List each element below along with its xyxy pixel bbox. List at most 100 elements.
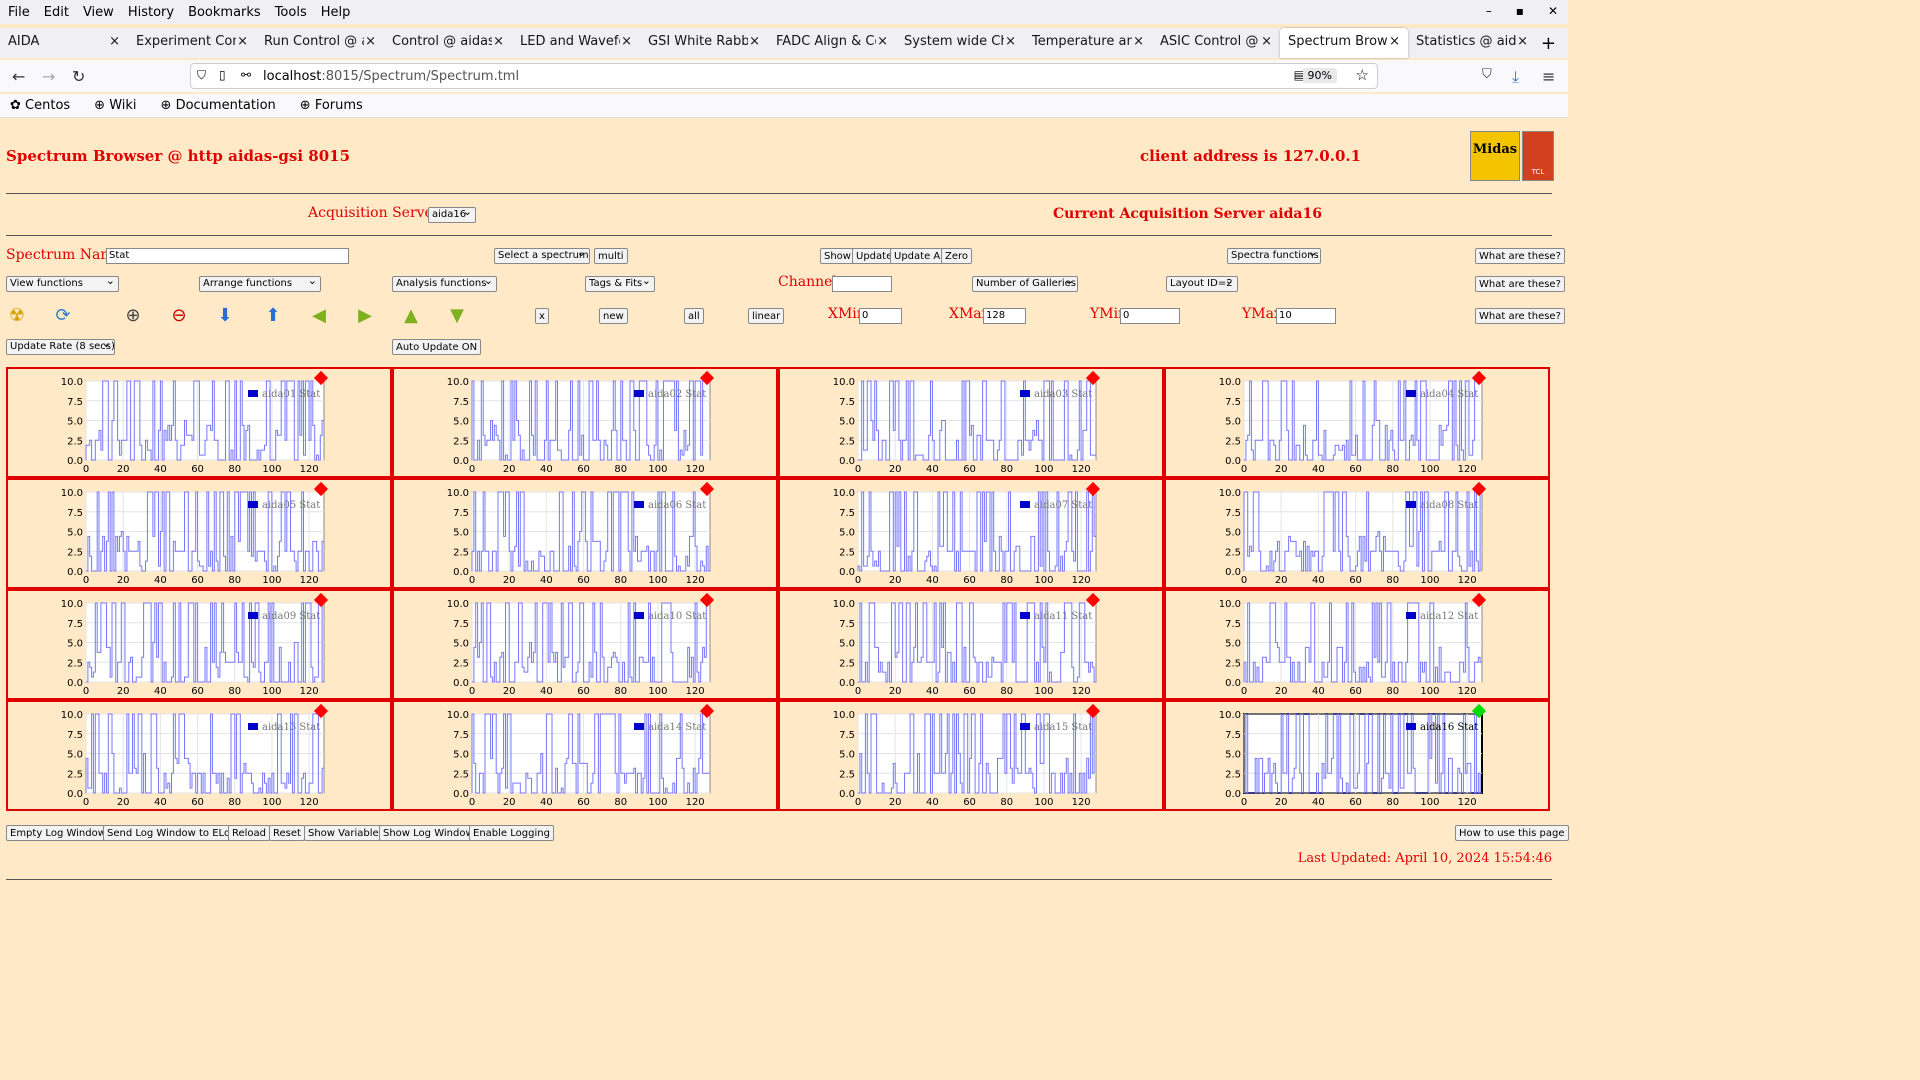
permissions-icon[interactable]: ⚯: [241, 68, 251, 82]
menu-edit[interactable]: Edit: [44, 5, 69, 20]
spectrum-panel[interactable]: 0 20 40 60 80 100 120 0.0 2.5 5.0 7.5 10.0 aida15 St…: [778, 700, 1164, 811]
shield-icon[interactable]: ⛉: [197, 68, 206, 83]
up-arrow-icon[interactable]: ▲: [400, 305, 422, 327]
new-tab-button[interactable]: +: [1541, 33, 1556, 54]
spectrum-panel[interactable]: 0 20 40 60 80 100 120 0.0 2.5 5.0 7.5 10.0 aida08 St…: [1164, 478, 1550, 589]
spectrum-panel[interactable]: 0 20 40 60 80 100 120 0.0 2.5 5.0 7.5 10.0 aida14 St…: [392, 700, 778, 811]
back-arrow-icon[interactable]: ←: [12, 67, 25, 86]
menu-tools[interactable]: Tools: [275, 5, 307, 20]
analysis-functions-dropdown[interactable]: Analysis functions: [392, 274, 497, 292]
spectrum-name-input[interactable]: Stat: [106, 248, 349, 264]
zero-button[interactable]: Zero: [941, 248, 973, 264]
spectrum-panel[interactable]: 0 20 40 60 80 100 120 0.0 2.5 5.0 7.5 10.0 aida03 St…: [778, 367, 1164, 478]
spectrum-panel[interactable]: 0 20 40 60 80 100 120 0.0 2.5 5.0 7.5 10.0 aida07 St…: [778, 478, 1164, 589]
linear-button[interactable]: linear: [748, 308, 785, 324]
radiation-icon[interactable]: ☢: [6, 305, 28, 327]
menu-bookmarks[interactable]: Bookmarks: [188, 5, 261, 20]
zoom-level[interactable]: 90%: [1302, 68, 1337, 83]
star-icon[interactable]: ☆: [1356, 66, 1369, 84]
close-tab-icon[interactable]: ×: [749, 34, 760, 49]
browser-tab[interactable]: Temperature and s×: [1024, 28, 1152, 58]
all-button[interactable]: all: [684, 308, 704, 324]
how-to-use-button[interactable]: How to use this page: [1455, 825, 1569, 841]
zoom-out-icon[interactable]: ⊖: [168, 305, 190, 327]
spectrum-panel[interactable]: 0 20 40 60 80 100 120 0.0 2.5 5.0 7.5 10.0 aida16 St…: [1164, 700, 1550, 811]
spectrum-panel[interactable]: 0 20 40 60 80 100 120 0.0 2.5 5.0 7.5 10.0 aida09 St…: [6, 589, 392, 700]
left-arrow-icon[interactable]: ◀: [308, 305, 330, 327]
update-rate-dropdown[interactable]: Update Rate (8 secs): [6, 337, 115, 355]
close-tab-icon[interactable]: ×: [1389, 34, 1400, 49]
browser-tab[interactable]: Experiment Control×: [128, 28, 256, 58]
down-arrow-icon[interactable]: ▼: [446, 305, 468, 327]
footer-button[interactable]: Show Variables: [304, 825, 388, 841]
browser-tab[interactable]: System wide Check×: [896, 28, 1024, 58]
forward-arrow-icon[interactable]: →: [42, 67, 55, 86]
show-button[interactable]: Show: [820, 248, 855, 264]
zoom-in-icon[interactable]: ⊕: [122, 305, 144, 327]
spectra-functions-dropdown[interactable]: Spectra functions: [1227, 246, 1321, 264]
browser-tab[interactable]: LED and Waveform×: [512, 28, 640, 58]
xmax-input[interactable]: 128: [983, 308, 1026, 324]
browser-tab[interactable]: Run Control @ aidas×: [256, 28, 384, 58]
close-tab-icon[interactable]: ×: [493, 34, 504, 49]
ymax-input[interactable]: 10: [1276, 308, 1336, 324]
close-tab-icon[interactable]: ×: [621, 34, 632, 49]
menu-history[interactable]: History: [128, 5, 174, 20]
refresh-icon[interactable]: ⟳: [52, 305, 74, 327]
menu-view[interactable]: View: [83, 5, 114, 20]
url-bar[interactable]: ⛉ ▯ ⚯ localhost:8015/Spectrum/Spectrum.t…: [190, 63, 1378, 89]
channel-input[interactable]: [832, 276, 892, 292]
menu-file[interactable]: File: [8, 5, 30, 20]
browser-tab[interactable]: Control @ aidas-gsi×: [384, 28, 512, 58]
footer-button[interactable]: Empty Log Window: [6, 825, 110, 841]
spectrum-panel[interactable]: 0 20 40 60 80 100 120 0.0 2.5 5.0 7.5 10.0 aida11 St…: [778, 589, 1164, 700]
footer-button[interactable]: Reset: [269, 825, 305, 841]
pocket-icon[interactable]: ⛉: [1482, 67, 1492, 82]
expand-up-icon[interactable]: ⬆: [262, 305, 284, 327]
spectrum-panel[interactable]: 0 20 40 60 80 100 120 0.0 2.5 5.0 7.5 10.0 aida10 St…: [392, 589, 778, 700]
browser-tab[interactable]: Statistics @ aidas-×: [1408, 28, 1536, 58]
arrange-functions-dropdown[interactable]: Arrange functions: [199, 274, 321, 292]
auto-update-button[interactable]: Auto Update ON: [392, 339, 482, 355]
bookmark-documentation[interactable]: ⊕ Documentation: [161, 98, 288, 113]
close-tab-icon[interactable]: ×: [1261, 34, 1272, 49]
spectrum-panel[interactable]: 0 20 40 60 80 100 120 0.0 2.5 5.0 7.5 10.0 aida02 St…: [392, 367, 778, 478]
browser-tab[interactable]: ASIC Control @ aid×: [1152, 28, 1280, 58]
tags-fits-dropdown[interactable]: Tags & Fits: [585, 274, 655, 292]
close-tab-icon[interactable]: ×: [877, 34, 888, 49]
new-button[interactable]: new: [599, 308, 628, 324]
right-arrow-icon[interactable]: ▶: [354, 305, 376, 327]
reload-icon[interactable]: ↻: [72, 67, 85, 86]
spectrum-panel[interactable]: 0 20 40 60 80 100 120 0.0 2.5 5.0 7.5 10.0 aida01 St…: [6, 367, 392, 478]
close-tab-icon[interactable]: ×: [1005, 34, 1016, 49]
view-functions-dropdown[interactable]: View functions: [6, 274, 119, 292]
close-tab-icon[interactable]: ×: [237, 34, 248, 49]
xmin-input[interactable]: 0: [859, 308, 902, 324]
multi-button[interactable]: multi: [594, 248, 628, 264]
close-tab-icon[interactable]: ×: [1133, 34, 1144, 49]
url-text[interactable]: localhost:8015/Spectrum/Spectrum.tml: [263, 69, 519, 84]
layout-dropdown[interactable]: Layout ID=2: [1166, 274, 1238, 292]
bookmark-centos[interactable]: ✿ Centos: [10, 98, 82, 113]
footer-button[interactable]: Send Log Window to ELog: [103, 825, 241, 841]
spectrum-panel[interactable]: 0 20 40 60 80 100 120 0.0 2.5 5.0 7.5 10.0 aida06 St…: [392, 478, 778, 589]
maximize-button[interactable]: ▪: [1516, 4, 1524, 18]
acquisition-server-select[interactable]: aida16: [428, 205, 476, 223]
bookmark-forums[interactable]: ⊕ Forums: [300, 98, 375, 113]
download-icon[interactable]: ⤓: [1512, 67, 1519, 87]
spectrum-panel[interactable]: 0 20 40 60 80 100 120 0.0 2.5 5.0 7.5 10.0 aida04 St…: [1164, 367, 1550, 478]
spectrum-panel[interactable]: 0 20 40 60 80 100 120 0.0 2.5 5.0 7.5 10.0 aida05 St…: [6, 478, 392, 589]
select-spectrum-dropdown[interactable]: Select a spectrum: [494, 246, 590, 264]
number-of-galleries-dropdown[interactable]: Number of Galleries: [972, 274, 1078, 292]
menu-help[interactable]: Help: [321, 5, 351, 20]
close-window-button[interactable]: ✕: [1548, 4, 1558, 18]
what-are-these-button-1[interactable]: What are these?: [1475, 248, 1565, 264]
what-are-these-button-3[interactable]: What are these?: [1475, 308, 1565, 324]
close-tab-icon[interactable]: ×: [365, 34, 376, 49]
footer-button[interactable]: Reload: [228, 825, 271, 841]
browser-tab[interactable]: GSI White Rabbit T×: [640, 28, 768, 58]
hamburger-menu-icon[interactable]: ≡: [1542, 67, 1555, 86]
what-are-these-button-2[interactable]: What are these?: [1475, 276, 1565, 292]
browser-tab[interactable]: FADC Align & Cont×: [768, 28, 896, 58]
spectrum-panel[interactable]: 0 20 40 60 80 100 120 0.0 2.5 5.0 7.5 10.0 aida12 St…: [1164, 589, 1550, 700]
